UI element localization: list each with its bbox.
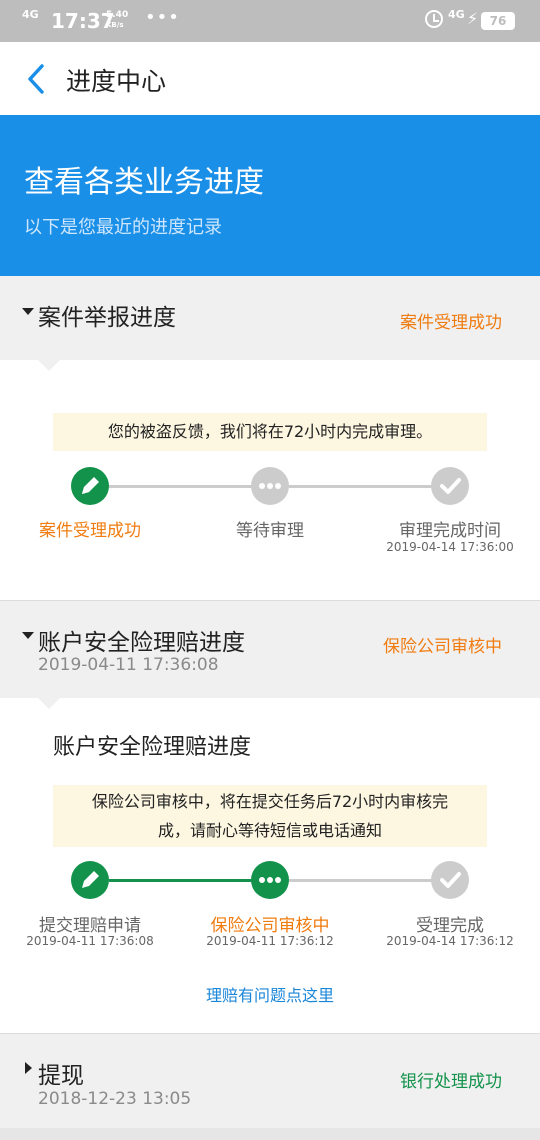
- progress-line: [289, 485, 432, 488]
- hero-title: 查看各类业务进度: [24, 165, 264, 200]
- section-header-insurance-claim[interactable]: 账户安全险理赔进度 2019-04-11 17:36:08 保险公司审核中: [0, 601, 540, 698]
- check-icon: [440, 478, 461, 494]
- check-icon: [440, 872, 461, 888]
- step-label: 受理完成: [416, 916, 484, 936]
- notice-line: 保险公司审核中，将在提交任务后72小时内审核完: [91, 792, 449, 811]
- notice-box: 保险公司审核中，将在提交任务后72小时内审核完 成，请耐心等待短信或电话通知: [53, 785, 487, 847]
- bottom-edge: [0, 1128, 540, 1140]
- section-status: 银行处理成功: [400, 1072, 502, 1092]
- page-title: 进度中心: [66, 67, 167, 96]
- step-label: 提交理赔申请: [39, 916, 141, 936]
- notice-box: 您的被盗反馈，我们将在72小时内完成审理。: [53, 413, 487, 451]
- signal-indicator-right: 4G: [448, 8, 465, 21]
- step-label: 案件受理成功: [39, 521, 141, 541]
- section-name: 账户安全险理赔进度: [38, 630, 245, 656]
- step-label: 保险公司审核中: [210, 916, 330, 936]
- section-header-withdraw[interactable]: 提现 2018-12-23 13:05 银行处理成功: [0, 1034, 540, 1128]
- alarm-icon: [425, 10, 443, 28]
- collapse-caret-icon: [22, 632, 34, 639]
- section-date: 2018-12-23 13:05: [38, 1089, 192, 1109]
- hero-banner: 查看各类业务进度 以下是您最近的进度记录: [0, 115, 540, 276]
- progress-line: [109, 485, 262, 488]
- step-pending-circle: [251, 467, 289, 505]
- section-name: 提现: [38, 1063, 84, 1089]
- charging-icon: ⚡: [467, 9, 479, 28]
- section-header-case-report[interactable]: 案件举报进度 案件受理成功: [0, 276, 540, 360]
- section-status: 案件受理成功: [400, 313, 502, 333]
- claim-help-link[interactable]: 理赔有问题点这里: [0, 982, 540, 1006]
- step-time: 2019-04-11 17:36:08: [26, 934, 154, 948]
- section-status: 保险公司审核中: [383, 637, 502, 657]
- step-label: 等待审理: [236, 521, 304, 541]
- hero-subtitle: 以下是您最近的进度记录: [24, 217, 222, 238]
- expand-caret-icon: [25, 1062, 32, 1074]
- network-speed-unit: KB/s: [106, 21, 124, 29]
- step-time: 2019-04-14 17:36:12: [386, 934, 514, 948]
- status-bar: 4G 17:37 5.40 KB/s ••• 4G ⚡ 76: [0, 0, 540, 42]
- step-pending-circle: [431, 467, 469, 505]
- pencil-icon: [82, 871, 99, 888]
- notice-line: 成，请耐心等待短信或电话通知: [157, 821, 382, 840]
- progress-line: [109, 879, 253, 882]
- step-time: 2019-04-11 17:36:12: [206, 934, 334, 948]
- more-dots-icon: [259, 483, 281, 489]
- more-dots-icon: [259, 877, 281, 883]
- collapse-caret-icon: [22, 308, 34, 315]
- signal-indicator: 4G: [22, 8, 39, 21]
- section-notch: [38, 360, 60, 371]
- nav-bar: 进度中心: [0, 42, 540, 115]
- section-date: 2019-04-11 17:36:08: [38, 655, 219, 675]
- pencil-icon: [82, 477, 99, 494]
- more-notifications-icon: •••: [145, 7, 180, 28]
- step-label: 审理完成时间: [399, 521, 501, 541]
- back-icon[interactable]: [22, 62, 52, 96]
- section-notch: [38, 698, 60, 709]
- section-name: 案件举报进度: [38, 305, 176, 331]
- network-speed: 5.40 KB/s: [106, 10, 128, 30]
- battery-level: 76: [481, 12, 515, 30]
- network-speed-value: 5.40: [106, 10, 129, 20]
- step-current-circle: [251, 861, 289, 899]
- progress-line: [289, 879, 432, 882]
- claim-subtitle: 账户安全险理赔进度: [53, 735, 252, 760]
- step-done-circle: [71, 861, 109, 899]
- step-done-circle: [71, 467, 109, 505]
- step-pending-circle: [431, 861, 469, 899]
- step-time: 2019-04-14 17:36:00: [386, 540, 514, 554]
